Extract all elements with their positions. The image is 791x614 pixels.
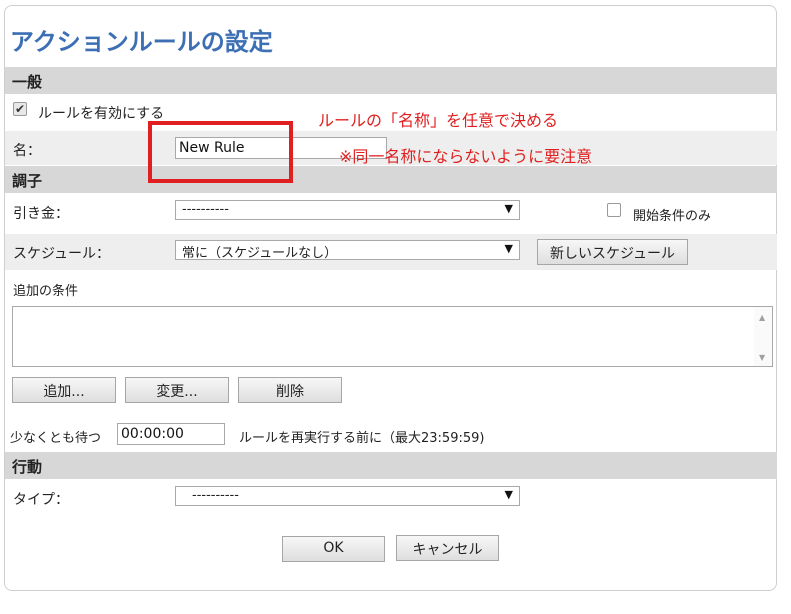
schedule-label: スケジュール： — [13, 246, 111, 262]
start-only-checkbox[interactable] — [607, 203, 621, 217]
additional-conditions-label: 追加の条件 — [13, 284, 79, 299]
ok-button[interactable]: OK — [282, 536, 385, 562]
annotation-highlight-box — [148, 121, 293, 183]
enable-rule-label: ルールを有効にする — [38, 106, 165, 122]
trigger-select-value: ---------- — [182, 202, 229, 217]
section-header-condition: 調子 — [5, 166, 777, 193]
trigger-label: 引き金： — [13, 206, 69, 222]
scroll-down-icon[interactable]: ▼ — [759, 353, 765, 362]
chevron-down-icon: ▼ — [504, 202, 513, 215]
chevron-down-icon: ▼ — [504, 242, 513, 255]
schedule-select-value: 常に（スケジュールなし） — [182, 246, 338, 261]
wait-suffix: ルールを再実行する前に（最大23:59:59) — [239, 431, 485, 446]
chevron-down-icon: ▼ — [504, 488, 513, 501]
schedule-select[interactable]: 常に（スケジュールなし） ▼ — [175, 240, 520, 261]
trigger-select[interactable]: ---------- ▼ — [175, 200, 520, 220]
type-select-value: ---------- — [192, 488, 239, 503]
new-schedule-button[interactable]: 新しいスケジュール — [537, 239, 688, 265]
name-label: 名： — [13, 143, 41, 159]
annotation-text-2: ※同一名称にならないように要注意 — [339, 147, 593, 166]
additional-conditions-list[interactable]: ▲ ▼ — [12, 306, 773, 367]
add-condition-button[interactable]: 追加... — [12, 377, 116, 403]
scroll-up-icon[interactable]: ▲ — [759, 313, 765, 322]
dialog-title: アクションルールの設定 — [10, 28, 273, 56]
type-label: タイプ： — [13, 492, 69, 508]
cancel-button[interactable]: キャンセル — [396, 535, 499, 561]
start-only-label: 開始条件のみ — [633, 209, 712, 224]
wait-label: 少なくとも待つ — [10, 431, 102, 446]
section-header-action: 行動 — [5, 452, 777, 479]
annotation-text-1: ルールの「名称」を任意で決める — [318, 111, 559, 130]
change-condition-button[interactable]: 変更... — [125, 377, 229, 403]
scrollbar[interactable]: ▲ ▼ — [754, 307, 772, 366]
enable-rule-checkbox[interactable]: ✔ — [13, 102, 27, 116]
section-header-general: 一般 — [5, 67, 777, 94]
delete-condition-button[interactable]: 削除 — [238, 377, 342, 403]
wait-time-input[interactable]: 00:00:00 — [117, 423, 225, 445]
type-select[interactable]: ---------- ▼ — [175, 486, 520, 506]
